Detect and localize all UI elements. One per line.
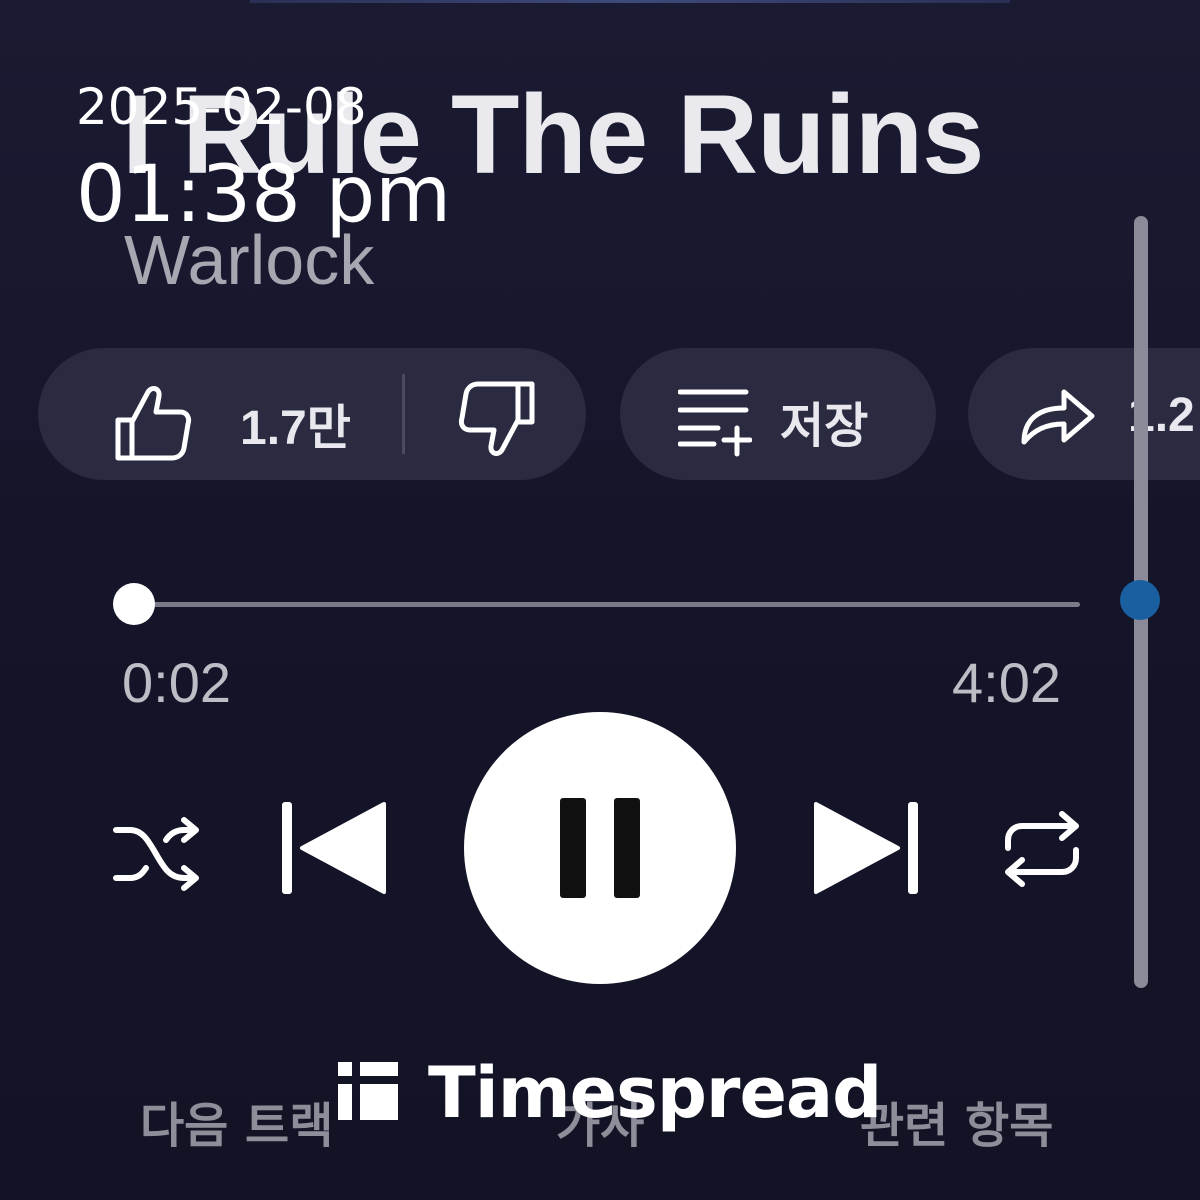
thumbs-down-icon[interactable] (456, 378, 538, 460)
current-time: 0:02 (122, 651, 231, 714)
like-dislike-pill: 1.7만 (38, 348, 586, 480)
progress-slider[interactable] (112, 583, 1080, 625)
tab-next-tracks[interactable]: 다음 트랙 (140, 1086, 333, 1156)
pause-button[interactable] (464, 712, 736, 984)
scrollbar-thumb[interactable] (1120, 580, 1160, 620)
playlist-add-icon (678, 384, 752, 458)
like-divider (402, 374, 405, 454)
next-button[interactable] (812, 800, 920, 896)
watermark-text: Timespread (428, 1052, 882, 1134)
repeat-icon (1000, 806, 1084, 892)
repeat-button[interactable] (1000, 806, 1084, 892)
share-button[interactable]: 1.2 (968, 348, 1200, 480)
save-label: 저장 (780, 400, 869, 453)
shuffle-button[interactable] (112, 816, 200, 892)
timespread-logo-icon (338, 1062, 398, 1124)
previous-button[interactable] (280, 800, 388, 896)
progress-knob[interactable] (112, 583, 155, 625)
skip-previous-icon (280, 800, 388, 896)
timespread-watermark: Timespread (338, 1052, 882, 1134)
skip-next-icon (812, 800, 920, 896)
music-player-screen: I Rule The Ruins Warlock 1.7만 저장 1.2 0:0… (0, 0, 1200, 1200)
save-button[interactable]: 저장 (620, 348, 936, 480)
album-art-edge (250, 0, 1010, 3)
like-count: 1.7만 (240, 402, 351, 455)
thumbs-up-icon[interactable] (112, 382, 194, 464)
overlay-time: 01:38 pm (76, 150, 452, 240)
share-arrow-icon (1018, 384, 1098, 448)
shuffle-icon (112, 816, 200, 892)
tab-related[interactable]: 관련 항목 (860, 1086, 1053, 1156)
total-time: 4:02 (952, 651, 1061, 714)
overlay-date: 2025-02-08 (76, 78, 367, 136)
